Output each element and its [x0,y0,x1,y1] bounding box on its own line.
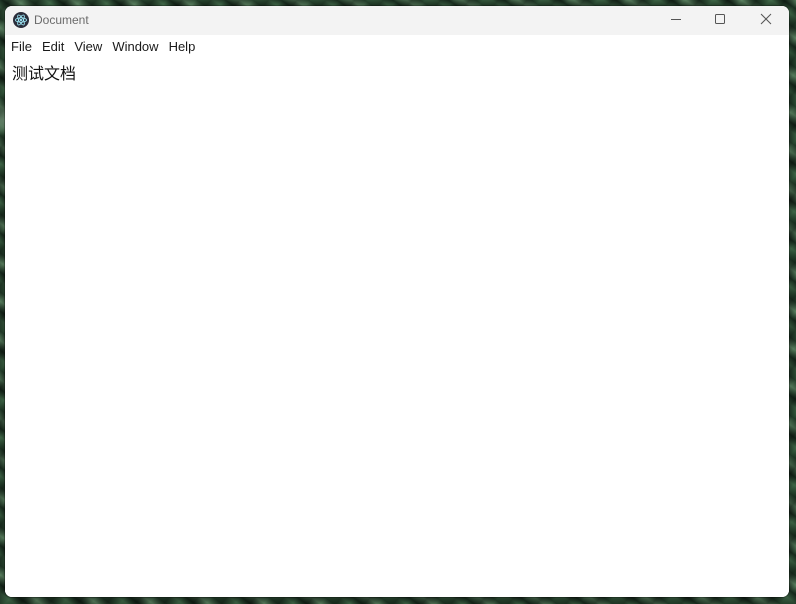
window-title: Document [34,13,89,27]
close-icon [760,12,772,30]
menu-bar: File Edit View Window Help [5,35,789,58]
maximize-button[interactable] [697,6,743,35]
menu-file[interactable]: File [6,35,37,58]
title-bar[interactable]: Document [5,6,789,35]
maximize-icon [714,12,726,30]
electron-icon [13,12,29,28]
app-window: Document File Edit View Window Help 测试文档 [5,6,789,597]
document-text: 测试文档 [12,66,77,83]
minimize-icon [670,12,682,30]
document-content: 测试文档 [5,58,789,597]
close-button[interactable] [743,6,789,35]
menu-window[interactable]: Window [107,35,163,58]
menu-view[interactable]: View [69,35,107,58]
menu-help[interactable]: Help [164,35,201,58]
menu-edit[interactable]: Edit [37,35,69,58]
minimize-button[interactable] [653,6,699,35]
